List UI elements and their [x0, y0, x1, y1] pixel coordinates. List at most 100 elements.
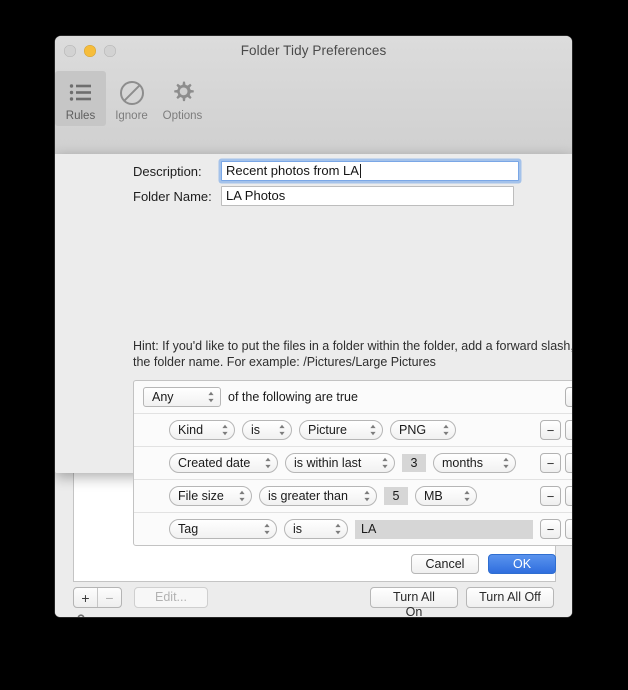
- chevron-updown-icon: [334, 523, 342, 536]
- criteria-match-row: Any of the following are true +: [134, 381, 572, 414]
- folder-name-field-row: Folder Name: LA Photos: [133, 186, 514, 206]
- date-attribute-popup[interactable]: Created date: [169, 453, 278, 473]
- tag-attribute-value: Tag: [178, 522, 198, 536]
- date-amount-input[interactable]: 3: [402, 454, 426, 472]
- no-entry-icon: [109, 77, 154, 109]
- toolbar-item-rules[interactable]: Rules: [55, 71, 106, 126]
- match-row-buttons: +: [565, 387, 572, 407]
- tag-value-input[interactable]: LA: [355, 520, 533, 539]
- chevron-updown-icon: [442, 424, 450, 437]
- remove-criteria-button[interactable]: −: [540, 519, 561, 539]
- chevron-updown-icon: [278, 424, 286, 437]
- criteria-row-created-date: Created date is within last 3 months − +: [134, 447, 572, 480]
- add-criteria-button[interactable]: +: [565, 387, 572, 407]
- folder-name-input[interactable]: LA Photos: [221, 186, 514, 206]
- kind-category-popup[interactable]: Picture: [299, 420, 383, 440]
- cancel-button[interactable]: Cancel: [411, 554, 479, 574]
- edit-button[interactable]: Edit...: [134, 587, 208, 608]
- add-criteria-button[interactable]: +: [565, 453, 572, 473]
- list-icon: [58, 77, 103, 109]
- kind-operator-value: is: [251, 423, 260, 437]
- criteria-box: Any of the following are true + Kind: [133, 380, 572, 546]
- add-criteria-button[interactable]: +: [565, 519, 572, 539]
- criteria-row-tag: Tag is LA − +: [134, 513, 572, 545]
- gear-icon: [160, 77, 205, 109]
- remove-criteria-button[interactable]: −: [540, 420, 561, 440]
- folder-name-label: Folder Name:: [133, 189, 221, 204]
- footnote-text: Built-in rules cannot be edited: [94, 616, 259, 618]
- row-buttons: − +: [540, 420, 572, 440]
- add-criteria-button[interactable]: +: [565, 486, 572, 506]
- footnote: Built-in rules cannot be edited: [75, 614, 259, 617]
- size-attribute-value: File size: [178, 489, 224, 503]
- folder-name-value: LA Photos: [226, 187, 285, 205]
- remove-rule-button[interactable]: −: [97, 588, 121, 607]
- description-input[interactable]: Recent photos from LA: [221, 161, 519, 181]
- criteria-row-file-size: File size is greater than 5 MB − +: [134, 480, 572, 513]
- kind-format-value: PNG: [399, 423, 426, 437]
- chevron-updown-icon: [264, 457, 272, 470]
- row-buttons: − +: [540, 453, 572, 473]
- chevron-updown-icon: [207, 391, 215, 404]
- preferences-window: Folder Tidy Preferences Rules: [55, 36, 572, 617]
- toolbar-item-ignore[interactable]: Ignore: [106, 71, 157, 126]
- criteria-row-kind: Kind is Picture PNG − +: [134, 414, 572, 447]
- tag-operator-popup[interactable]: is: [284, 519, 348, 539]
- match-type-value: Any: [152, 390, 174, 404]
- description-label: Description:: [133, 164, 221, 179]
- sheet-buttons: Cancel OK: [411, 554, 556, 574]
- date-attribute-value: Created date: [178, 456, 250, 470]
- chevron-updown-icon: [463, 490, 471, 503]
- remove-criteria-button[interactable]: −: [540, 453, 561, 473]
- toolbar-item-rules-label: Rules: [58, 110, 103, 122]
- size-operator-value: is greater than: [268, 489, 348, 503]
- chevron-updown-icon: [238, 490, 246, 503]
- remove-criteria-button[interactable]: −: [540, 486, 561, 506]
- lock-icon: [75, 614, 87, 617]
- match-type-popup[interactable]: Any: [143, 387, 221, 407]
- row-buttons: − +: [540, 519, 572, 539]
- size-attribute-popup[interactable]: File size: [169, 486, 252, 506]
- chevron-updown-icon: [363, 490, 371, 503]
- toolbar-item-options[interactable]: Options: [157, 71, 208, 126]
- toolbar-item-ignore-label: Ignore: [109, 110, 154, 122]
- toolbar-item-options-label: Options: [160, 110, 205, 122]
- size-unit-popup[interactable]: MB: [415, 486, 477, 506]
- kind-category-value: Picture: [308, 423, 347, 437]
- add-remove-segmented-control[interactable]: + −: [73, 587, 122, 608]
- kind-attribute-popup[interactable]: Kind: [169, 420, 235, 440]
- match-suffix-label: of the following are true: [228, 390, 358, 404]
- chevron-updown-icon: [369, 424, 377, 437]
- date-unit-value: months: [442, 456, 483, 470]
- size-amount-input[interactable]: 5: [384, 487, 408, 505]
- date-operator-value: is within last: [294, 456, 361, 470]
- turn-all-off-button[interactable]: Turn All Off: [466, 587, 554, 608]
- kind-format-popup[interactable]: PNG: [390, 420, 456, 440]
- size-unit-value: MB: [424, 489, 443, 503]
- description-value: Recent photos from LA: [226, 162, 359, 180]
- size-operator-popup[interactable]: is greater than: [259, 486, 377, 506]
- chevron-updown-icon: [221, 424, 229, 437]
- kind-operator-popup[interactable]: is: [242, 420, 292, 440]
- tag-attribute-popup[interactable]: Tag: [169, 519, 277, 539]
- date-operator-popup[interactable]: is within last: [285, 453, 395, 473]
- turn-all-on-button[interactable]: Turn All On: [370, 587, 458, 608]
- ok-button[interactable]: OK: [488, 554, 556, 574]
- chevron-updown-icon: [263, 523, 271, 536]
- description-field-row: Description: Recent photos from LA: [133, 161, 519, 181]
- window-title: Folder Tidy Preferences: [55, 43, 572, 58]
- chevron-updown-icon: [381, 457, 389, 470]
- table-bottom-bar: + − Edit... Turn All On Turn All Off: [73, 587, 554, 608]
- window-titlebar: Folder Tidy Preferences Rules: [55, 36, 572, 155]
- kind-attribute-value: Kind: [178, 423, 203, 437]
- toolbar: Rules Ignore: [55, 64, 208, 126]
- date-unit-popup[interactable]: months: [433, 453, 516, 473]
- add-rule-button[interactable]: +: [74, 588, 97, 607]
- chevron-updown-icon: [502, 457, 510, 470]
- tag-operator-value: is: [293, 522, 302, 536]
- row-buttons: − +: [540, 486, 572, 506]
- hint-text: Hint: If you'd like to put the files in …: [133, 338, 572, 370]
- edit-rule-sheet: Description: Recent photos from LA Folde…: [55, 154, 572, 473]
- add-criteria-button[interactable]: +: [565, 420, 572, 440]
- text-caret: [360, 164, 361, 178]
